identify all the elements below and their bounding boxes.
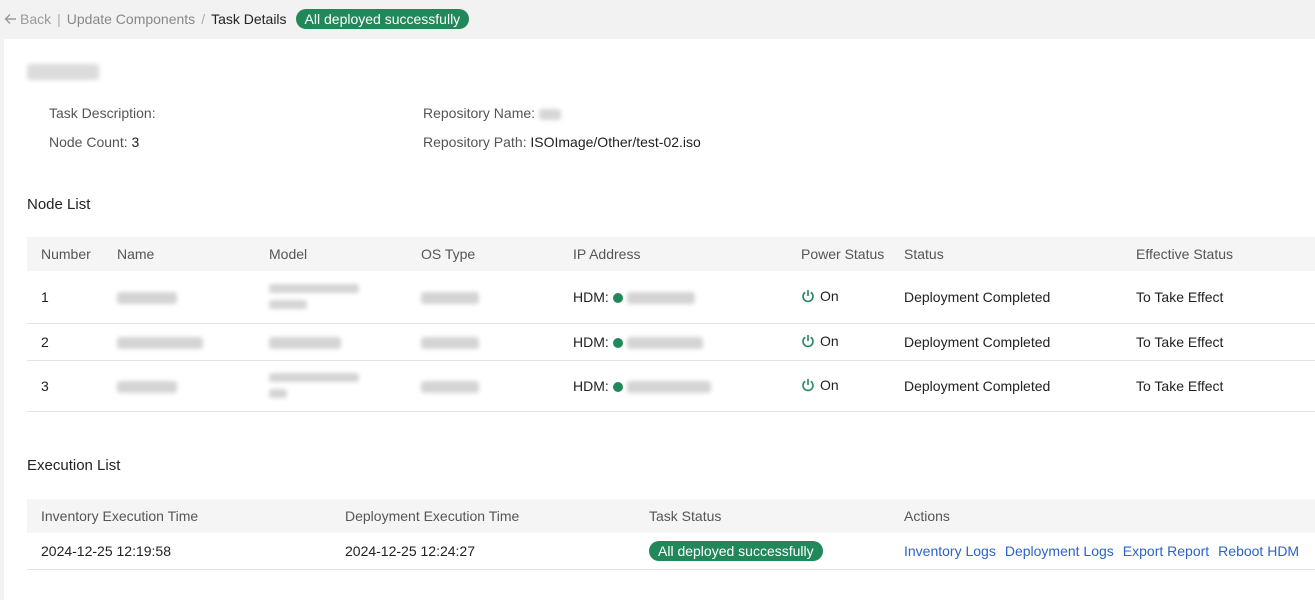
node-model-redacted: [255, 323, 407, 361]
breadcrumb-separator: /: [201, 11, 206, 27]
node-model-redacted: [255, 271, 407, 324]
node-model-redacted: [255, 360, 407, 412]
column-header: Status: [890, 237, 1122, 271]
column-header: OS Type: [407, 237, 559, 271]
breadcrumb: Back | Update Components / Task Details …: [0, 0, 1315, 38]
table-row: 2 HDM: On Deployment Completed To Take E…: [27, 323, 1315, 361]
node-os-redacted: [407, 323, 559, 361]
breadcrumb-update-components[interactable]: Update Components: [67, 11, 195, 27]
task-name-redacted: [27, 64, 99, 80]
node-effective-status: To Take Effect: [1122, 323, 1315, 361]
repository-path: Repository Path: ISOImage/Other/test-02.…: [423, 134, 701, 150]
column-header: Task Status: [635, 499, 890, 533]
node-table: Number Name Model OS Type IP Address Pow…: [27, 237, 1315, 412]
node-os-redacted: [407, 360, 559, 412]
back-label: Back: [20, 11, 52, 27]
node-ip: HDM:: [559, 323, 787, 361]
breadcrumb-divider: |: [57, 11, 61, 27]
column-header: IP Address: [559, 237, 787, 271]
export-report-link[interactable]: Export Report: [1123, 543, 1209, 559]
status-badge: All deployed successfully: [295, 9, 470, 29]
online-status-dot: [612, 337, 623, 348]
inventory-execution-time: 2024-12-25 12:19:58: [27, 533, 331, 570]
arrow-left-icon: [4, 14, 16, 24]
actions-cell: Inventory Logs Deployment Logs Export Repo…: [890, 533, 1315, 570]
node-number: 2: [27, 323, 103, 361]
column-header: Inventory Execution Time: [27, 499, 331, 533]
online-status-dot: [612, 381, 623, 392]
node-os-redacted: [407, 271, 559, 324]
execution-table: Inventory Execution Time Deployment Exec…: [27, 499, 1315, 570]
column-header: Actions: [890, 499, 1315, 533]
node-number: 1: [27, 271, 103, 324]
inventory-logs-link[interactable]: Inventory Logs: [904, 543, 996, 559]
task-description: Task Description:: [49, 105, 156, 121]
online-status-dot: [612, 293, 623, 304]
power-icon: [802, 334, 814, 347]
deployment-logs-link[interactable]: Deployment Logs: [1005, 543, 1114, 559]
reboot-hdm-link[interactable]: Reboot HDM: [1218, 543, 1299, 559]
power-icon: [802, 378, 814, 391]
column-header: Number: [27, 237, 103, 271]
node-ip: HDM:: [559, 360, 787, 412]
column-header: Model: [255, 237, 407, 271]
power-status: On: [787, 360, 890, 412]
repository-name: Repository Name:: [423, 105, 561, 121]
node-list-title: Node List: [27, 196, 91, 213]
node-number: 3: [27, 360, 103, 412]
power-status: On: [787, 271, 890, 324]
column-header: Deployment Execution Time: [331, 499, 635, 533]
node-status: Deployment Completed: [890, 271, 1122, 324]
table-row: 1 HDM: On Deployment Completed To Take E…: [27, 271, 1315, 324]
deployment-execution-time: 2024-12-25 12:24:27: [331, 533, 635, 570]
node-status: Deployment Completed: [890, 360, 1122, 412]
power-status: On: [787, 323, 890, 361]
node-ip: HDM:: [559, 271, 787, 324]
task-details-panel: Task Description: Node Count: 3 Reposito…: [4, 39, 1315, 600]
column-header: Power Status: [787, 237, 890, 271]
table-row: 3 HDM: On Deployment Completed To Take E…: [27, 360, 1315, 412]
task-status-cell: All deployed successfully: [635, 533, 890, 570]
power-icon: [802, 289, 814, 302]
node-count: Node Count: 3: [49, 134, 140, 150]
node-name-redacted: [103, 360, 255, 412]
node-effective-status: To Take Effect: [1122, 271, 1315, 324]
table-row: 2024-12-25 12:19:58 2024-12-25 12:24:27 …: [27, 533, 1315, 570]
node-name-redacted: [103, 271, 255, 324]
node-effective-status: To Take Effect: [1122, 360, 1315, 412]
execution-list-title: Execution List: [27, 457, 121, 474]
task-status-badge: All deployed successfully: [649, 540, 823, 561]
column-header: Effective Status: [1122, 237, 1315, 271]
node-status: Deployment Completed: [890, 323, 1122, 361]
breadcrumb-current: Task Details: [211, 11, 287, 27]
column-header: Name: [103, 237, 255, 271]
node-name-redacted: [103, 323, 255, 361]
back-button[interactable]: Back: [4, 11, 51, 27]
repository-name-redacted: [538, 108, 561, 120]
